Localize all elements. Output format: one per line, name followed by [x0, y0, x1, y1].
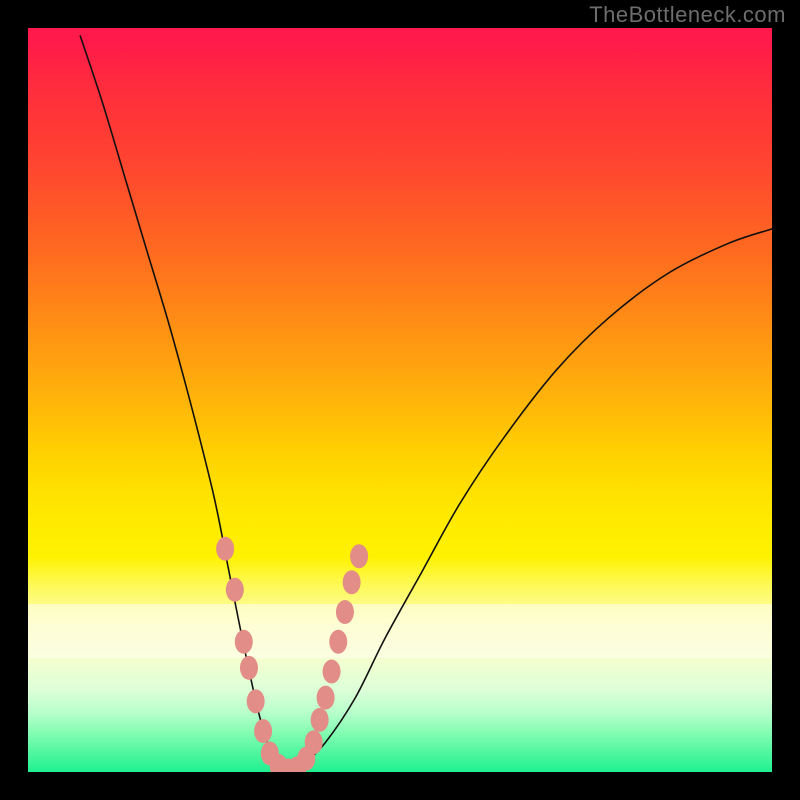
marker-bead: [350, 544, 368, 568]
chart-frame: TheBottleneck.com: [0, 0, 800, 800]
marker-beads: [216, 537, 368, 772]
bottleneck-curve: [80, 35, 772, 772]
marker-bead: [343, 570, 361, 594]
marker-bead: [247, 689, 265, 713]
marker-bead: [323, 660, 341, 684]
marker-bead: [317, 686, 335, 710]
watermark-text: TheBottleneck.com: [589, 2, 786, 28]
marker-bead: [240, 656, 258, 680]
marker-bead: [336, 600, 354, 624]
marker-bead: [216, 537, 234, 561]
chart-svg: [28, 28, 772, 772]
marker-bead: [311, 708, 329, 732]
marker-bead: [235, 630, 253, 654]
marker-bead: [305, 730, 323, 754]
marker-bead: [329, 630, 347, 654]
marker-bead: [226, 578, 244, 602]
marker-bead: [254, 719, 272, 743]
